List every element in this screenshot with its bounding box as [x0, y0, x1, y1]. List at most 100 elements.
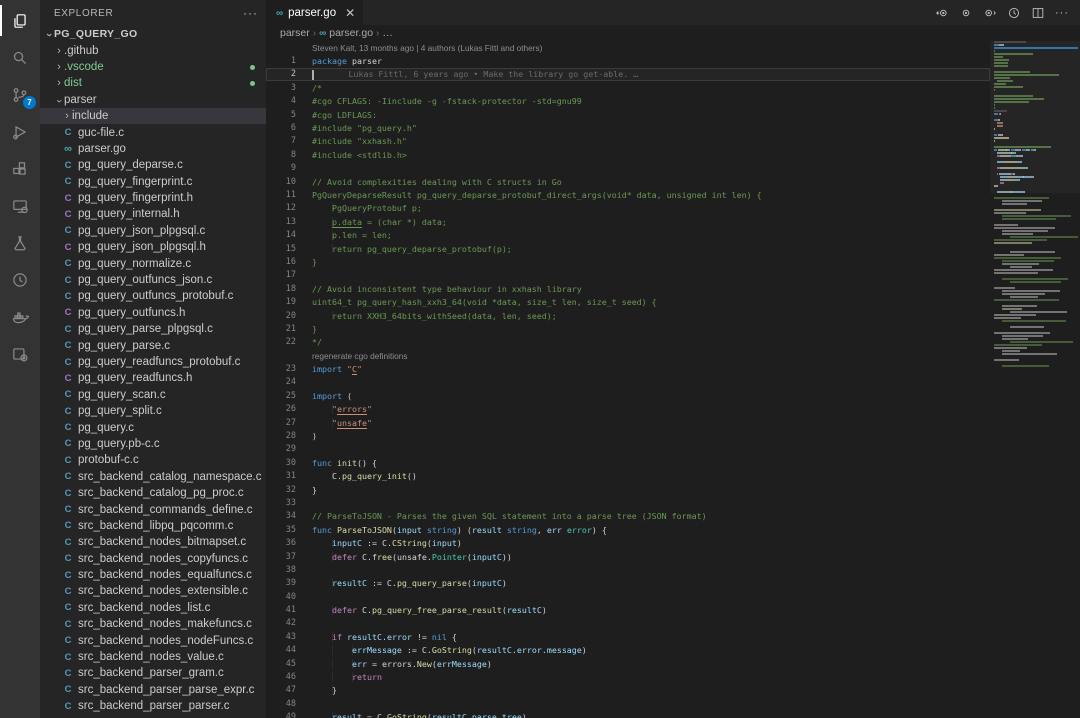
tree-item-pg-query-readfuncs.h[interactable]: Cpg_query_readfuncs.h: [40, 370, 266, 386]
code-line-7[interactable]: 7#include "xxhash.h": [266, 135, 990, 148]
code-line-32[interactable]: 32}: [266, 483, 990, 496]
tree-item-src-backend-libpq-pqcomm.c[interactable]: Csrc_backend_libpq_pqcomm.c: [40, 518, 266, 534]
extensions-icon[interactable]: [0, 150, 40, 187]
tree-item-pg-query-outfuncs-json.c[interactable]: Cpg_query_outfuncs_json.c: [40, 272, 266, 288]
code-line-24[interactable]: 24: [266, 376, 990, 389]
code-line-30[interactable]: 30func init() {: [266, 456, 990, 469]
tree-item-pg-query-json-plpgsql.c[interactable]: Cpg_query_json_plpgsql.c: [40, 223, 266, 239]
tree-item-src-backend-catalog-pg-proc.c[interactable]: Csrc_backend_catalog_pg_proc.c: [40, 485, 266, 501]
code-line-45[interactable]: 45 err = errors.New(errMessage): [266, 657, 990, 670]
code-line-28[interactable]: 28): [266, 429, 990, 442]
search-icon[interactable]: [0, 39, 40, 76]
code-line-20[interactable]: 20 return XXH3_64bits_withSeed(data, len…: [266, 309, 990, 322]
code-line-46[interactable]: 46 return: [266, 670, 990, 683]
tree-item-pg-query-internal.h[interactable]: Cpg_query_internal.h: [40, 206, 266, 222]
settings-sync-icon[interactable]: [0, 335, 40, 372]
code-lens-text[interactable]: regenerate cgo definitions: [296, 351, 407, 361]
tree-item-pg-query-fingerprint.h[interactable]: Cpg_query_fingerprint.h: [40, 190, 266, 206]
code-line-42[interactable]: 42: [266, 617, 990, 630]
code-line-13[interactable]: 13 p.data = (char *) data;: [266, 215, 990, 228]
tree-item-pg-query-json-plpgsql.h[interactable]: Cpg_query_json_plpgsql.h: [40, 239, 266, 255]
code-line-25[interactable]: 25import (: [266, 389, 990, 402]
breadcrumb-item-parser.go[interactable]: ∞parser.go: [319, 27, 373, 39]
code-line-12[interactable]: 12 PgQueryProtobuf p;: [266, 202, 990, 215]
code-line-36[interactable]: 36 inputC := C.CString(input): [266, 536, 990, 549]
tree-item-src-backend-catalog-namespace.c[interactable]: Csrc_backend_catalog_namespace.c: [40, 469, 266, 485]
source-control-icon[interactable]: 7: [0, 76, 40, 113]
code-line-1[interactable]: 1package parser: [266, 54, 990, 67]
tree-item-pg-query-fingerprint.c[interactable]: Cpg_query_fingerprint.c: [40, 174, 266, 190]
split-editor-icon[interactable]: [1028, 3, 1048, 23]
tree-item-pg-query-outfuncs-protobuf.c[interactable]: Cpg_query_outfuncs_protobuf.c: [40, 288, 266, 304]
next-change-icon[interactable]: [980, 3, 1000, 23]
tree-item-src-backend-nodes-copyfuncs.c[interactable]: Csrc_backend_nodes_copyfuncs.c: [40, 551, 266, 567]
tab-parser.go[interactable]: ∞parser.go✕: [266, 0, 364, 25]
tree-item-src-backend-nodes-bitmapset.c[interactable]: Csrc_backend_nodes_bitmapset.c: [40, 534, 266, 550]
tree-item-src-backend-nodes-makefuncs.c[interactable]: Csrc_backend_nodes_makefuncs.c: [40, 616, 266, 632]
tree-item-src-backend-parser-parser.c[interactable]: Csrc_backend_parser_parser.c: [40, 698, 266, 714]
tree-root-pg-query-go[interactable]: ›PG_QUERY_GO: [40, 26, 266, 42]
code-line-48[interactable]: 48: [266, 697, 990, 710]
tree-item-src-backend-parser-gram.c[interactable]: Csrc_backend_parser_gram.c: [40, 665, 266, 681]
tree-item-src-backend-commands-define.c[interactable]: Csrc_backend_commands_define.c: [40, 501, 266, 517]
tree-item-.github[interactable]: ›.github: [40, 42, 266, 58]
tree-item-pg-query-parse-plpgsql.c[interactable]: Cpg_query_parse_plpgsql.c: [40, 321, 266, 337]
code-line-16[interactable]: 16}: [266, 255, 990, 268]
code-line-47[interactable]: 47 }: [266, 684, 990, 697]
code-line-38[interactable]: 38: [266, 563, 990, 576]
testing-icon[interactable]: [0, 224, 40, 261]
code-line-33[interactable]: 33: [266, 496, 990, 509]
tree-item-pg-query-outfuncs.h[interactable]: Cpg_query_outfuncs.h: [40, 305, 266, 321]
code-line-22[interactable]: 22*/: [266, 336, 990, 349]
tree-item-src-backend-nodes-nodeFuncs.c[interactable]: Csrc_backend_nodes_nodeFuncs.c: [40, 632, 266, 648]
code-line-6[interactable]: 6#include "pg_query.h": [266, 121, 990, 134]
code-line-23[interactable]: 23import "C": [266, 362, 990, 375]
run-debug-icon[interactable]: [0, 113, 40, 150]
code-line-3[interactable]: 3/*: [266, 81, 990, 94]
code-line-15[interactable]: 15 return pg_query_deparse_protobuf(p);: [266, 242, 990, 255]
code-line-44[interactable]: 44 errMessage := C.GoString(resultC.erro…: [266, 644, 990, 657]
tree-item-.vscode[interactable]: ›.vscode: [40, 59, 266, 75]
tree-item-protobuf-c.c[interactable]: Cprotobuf-c.c: [40, 452, 266, 468]
code-line-31[interactable]: 31 C.pg_query_init(): [266, 470, 990, 483]
explorer-more-actions-icon[interactable]: ···: [243, 6, 258, 20]
tree-item-src-backend-nodes-extensible.c[interactable]: Csrc_backend_nodes_extensible.c: [40, 583, 266, 599]
code-line-2[interactable]: 2 Lukas Fittl, 6 years ago • Make the li…: [266, 68, 990, 81]
code-lens-text[interactable]: Steven Kalt, 13 months ago | 4 authors (…: [296, 43, 542, 53]
code-line-34[interactable]: 34// ParseToJSON - Parses the given SQL …: [266, 510, 990, 523]
code-line-8[interactable]: 8#include <stdlib.h>: [266, 148, 990, 161]
code-line-10[interactable]: 10// Avoid complexities dealing with C s…: [266, 175, 990, 188]
code-line-37[interactable]: 37 defer C.free(unsafe.Pointer(inputC)): [266, 550, 990, 563]
tree-item-src-backend-nodes-list.c[interactable]: Csrc_backend_nodes_list.c: [40, 600, 266, 616]
tree-item-src-backend-parser-parse-expr.c[interactable]: Csrc_backend_parser_parse_expr.c: [40, 682, 266, 698]
code-line-19[interactable]: 19uint64_t pg_query_hash_xxh3_64(void *d…: [266, 295, 990, 308]
code-line-14[interactable]: 14 p.len = len;: [266, 228, 990, 241]
tree-item-pg-query.c[interactable]: Cpg_query.c: [40, 419, 266, 435]
docker-icon[interactable]: [0, 298, 40, 335]
tree-item-src-backend-nodes-equalfuncs.c[interactable]: Csrc_backend_nodes_equalfuncs.c: [40, 567, 266, 583]
tree-item-pg-query-split.c[interactable]: Cpg_query_split.c: [40, 403, 266, 419]
minimap-slider[interactable]: [990, 41, 1080, 193]
code-line-39[interactable]: 39 resultC := C.pg_query_parse(inputC): [266, 577, 990, 590]
code-line-43[interactable]: 43 if resultC.error != nil {: [266, 630, 990, 643]
code-editor[interactable]: Steven Kalt, 13 months ago | 4 authors (…: [266, 41, 990, 718]
code-line-5[interactable]: 5#cgo LDFLAGS:: [266, 108, 990, 121]
remote-explorer-icon[interactable]: [0, 187, 40, 224]
tree-item-pg-query-deparse.c[interactable]: Cpg_query_deparse.c: [40, 157, 266, 173]
tree-item-parser.go[interactable]: ∞parser.go: [40, 141, 266, 157]
open-changes-icon[interactable]: [956, 3, 976, 23]
tree-item-pg-query-scan.c[interactable]: Cpg_query_scan.c: [40, 387, 266, 403]
more-actions-icon[interactable]: ···: [1052, 3, 1072, 23]
code-line-11[interactable]: 11PgQueryDeparseResult pg_query_deparse_…: [266, 188, 990, 201]
tree-item-pg-query-parse.c[interactable]: Cpg_query_parse.c: [40, 337, 266, 353]
gitlens-file-blame-icon[interactable]: [1004, 3, 1024, 23]
tree-item-include[interactable]: ›include: [40, 108, 266, 124]
breadcrumb-item--[interactable]: …: [382, 27, 393, 39]
tree-item-pg-query.pb-c.c[interactable]: Cpg_query.pb-c.c: [40, 436, 266, 452]
code-line-40[interactable]: 40: [266, 590, 990, 603]
close-icon[interactable]: ✕: [345, 6, 355, 20]
code-line-21[interactable]: 21}: [266, 322, 990, 335]
code-line-29[interactable]: 29: [266, 443, 990, 456]
minimap[interactable]: [990, 41, 1080, 718]
code-line-26[interactable]: 26 "errors": [266, 403, 990, 416]
